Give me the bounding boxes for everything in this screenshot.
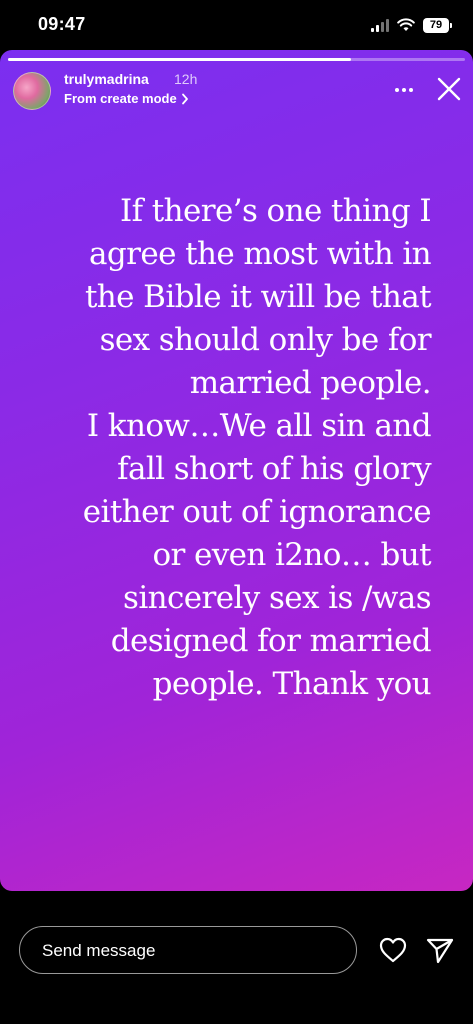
battery-icon: 79 [423, 17, 452, 33]
heart-icon[interactable] [378, 935, 408, 965]
send-message-input[interactable]: Send message [19, 926, 357, 974]
avatar[interactable] [13, 72, 51, 110]
username[interactable]: trulymadrina [64, 71, 149, 87]
story-progress-fill [8, 58, 351, 61]
story-time-ago: 12h [174, 71, 198, 87]
status-icons: 79 [371, 14, 452, 36]
status-bar: 09:47 79 [0, 0, 473, 50]
wifi-icon [397, 18, 415, 31]
create-mode-link[interactable]: From create mode [64, 91, 189, 106]
chevron-right-icon [181, 93, 188, 104]
status-time: 09:47 [38, 14, 86, 34]
story-progress-track [8, 58, 465, 61]
story-card[interactable]: trulymadrina 12h From create mode If the… [0, 50, 473, 891]
more-options-icon[interactable] [390, 80, 418, 100]
signal-icon [371, 18, 389, 32]
create-mode-label: From create mode [64, 91, 177, 106]
send-message-placeholder: Send message [42, 941, 156, 960]
close-icon[interactable] [434, 74, 464, 104]
story-text: If there’s one thing I agree the most wi… [82, 193, 432, 702]
send-icon[interactable] [425, 935, 455, 965]
